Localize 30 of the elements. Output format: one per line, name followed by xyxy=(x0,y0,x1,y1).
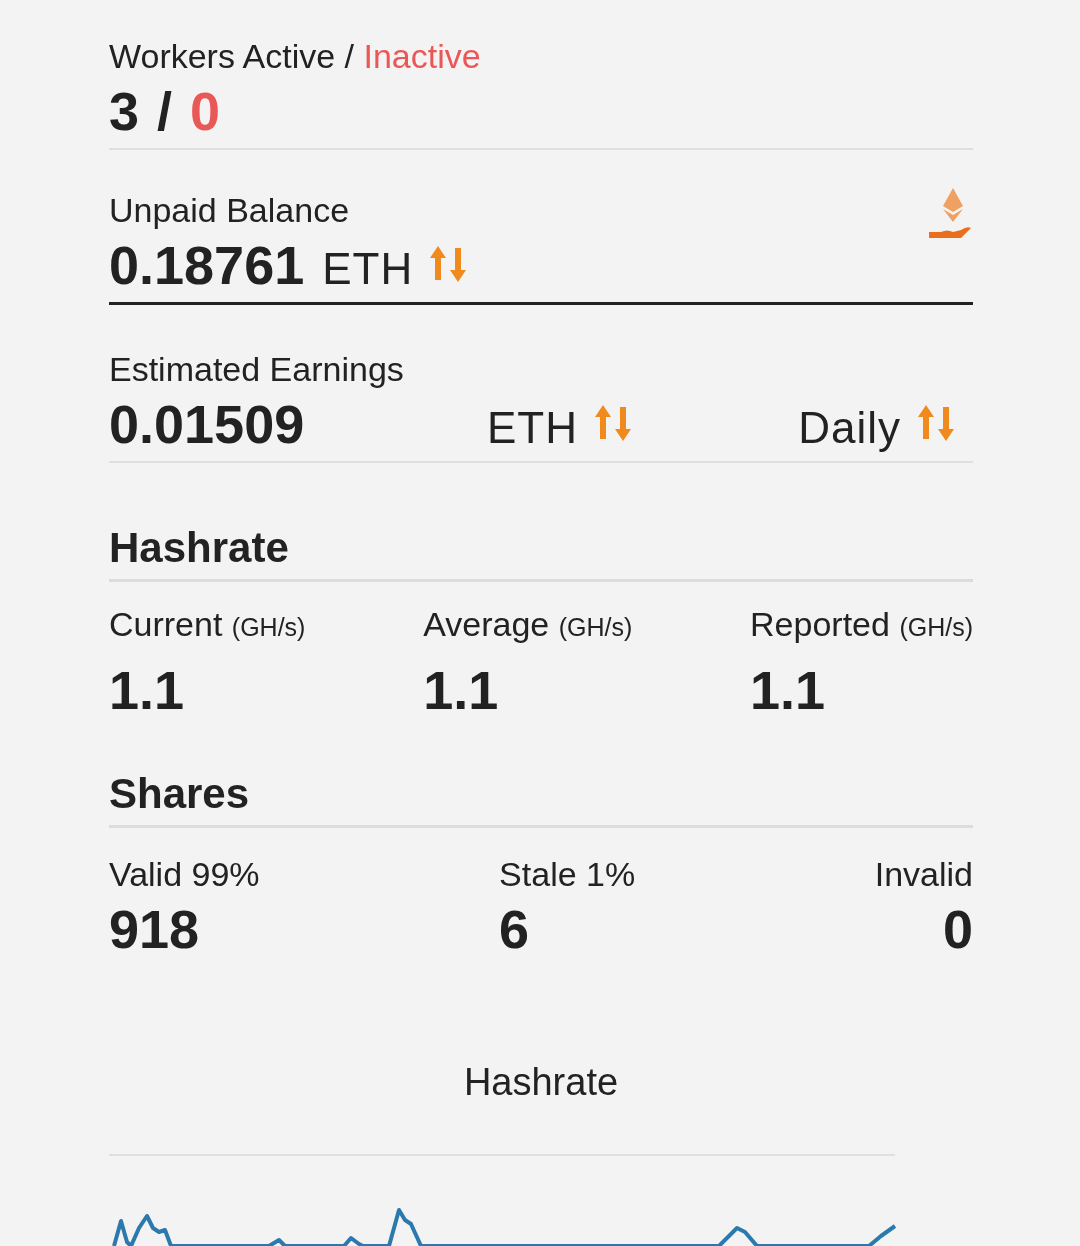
stat-label: Invalid xyxy=(874,854,973,895)
unit-text: (GH/s) xyxy=(231,613,306,641)
label-text: Workers Active / xyxy=(109,37,354,75)
stat-value: 6 xyxy=(499,898,531,961)
earnings-label: Estimated Earnings xyxy=(109,349,405,390)
unit-text: (GH/s) xyxy=(558,613,633,641)
unit-text: (GH/s) xyxy=(899,613,973,641)
unit-text: ETH xyxy=(487,403,578,453)
stat-value: 1.1 xyxy=(109,659,186,722)
separator-text: / xyxy=(157,80,173,143)
stat-value: 0 xyxy=(941,898,973,961)
stat-value: 1.1 xyxy=(423,659,500,722)
inactive-count: 0 xyxy=(190,80,221,143)
stat-label: Stale 1% xyxy=(499,854,636,895)
balance-label: Unpaid Balance xyxy=(109,190,350,231)
chart-title: Hashrate xyxy=(462,1060,620,1105)
stat-label: Reported xyxy=(750,605,890,643)
inactive-label: Inactive xyxy=(363,37,481,75)
stat-label: Current xyxy=(109,605,223,643)
period-text: Daily xyxy=(798,403,901,453)
section-heading: Shares xyxy=(109,769,251,819)
unit-text: ETH xyxy=(322,244,414,294)
stat-label: Average xyxy=(423,605,550,643)
earnings-value: 0.01509 xyxy=(109,393,306,456)
balance-value: 0.18761 xyxy=(109,234,305,297)
active-count: 3 xyxy=(109,80,140,143)
stat-value: 918 xyxy=(109,898,201,961)
stat-value: 1.1 xyxy=(750,659,827,722)
stat-label: Valid 99% xyxy=(109,854,260,895)
section-heading: Hashrate xyxy=(109,523,290,573)
